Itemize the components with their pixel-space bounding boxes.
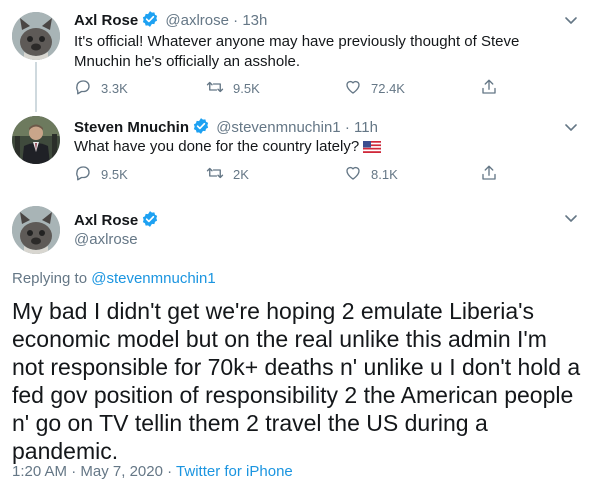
tweet-text-content: What have you done for the country latel…: [74, 138, 360, 155]
reply-icon: [74, 78, 92, 99]
tweet-actions: 9.5K 2K 8.1K: [74, 164, 514, 184]
author-handle[interactable]: @axlrose: [74, 231, 138, 248]
like-icon: [344, 164, 362, 185]
retweet-button[interactable]: 2K: [206, 164, 249, 185]
like-button[interactable]: 72.4K: [344, 78, 405, 99]
separator-dot: ·: [167, 463, 173, 480]
retweet-count: 9.5K: [233, 81, 260, 96]
replying-to-link[interactable]: @stevenmnuchin1: [91, 270, 215, 287]
author-name[interactable]: Axl Rose: [74, 12, 138, 29]
verified-badge-icon: [141, 10, 159, 32]
avatar-axlrose[interactable]: [12, 12, 60, 60]
verified-badge-icon: [192, 117, 210, 139]
share-button[interactable]: [480, 78, 498, 99]
tweet-source[interactable]: Twitter for iPhone: [176, 463, 293, 480]
author-name[interactable]: Steven Mnuchin: [74, 119, 189, 136]
separator-dot: ·: [344, 119, 350, 136]
share-icon: [480, 78, 498, 99]
main-tweet-handle: @axlrose: [74, 231, 138, 248]
replying-to-label: Replying to: [12, 270, 88, 287]
reply-count: 3.3K: [101, 81, 128, 96]
reply-button[interactable]: 3.3K: [74, 78, 128, 99]
chevron-down-icon[interactable]: [563, 119, 579, 135]
tweet-axlrose[interactable]: Axl Rose @axlrose · 13h It's official! W…: [0, 0, 593, 112]
tweet-timestamp[interactable]: 1:20 AM: [12, 463, 67, 480]
tweet-header: Steven Mnuchin @stevenmnuchin1 · 11h: [74, 117, 378, 139]
tweet-header: Axl Rose @axlrose · 13h: [74, 10, 267, 32]
tweet-text: What have you done for the country latel…: [74, 137, 574, 159]
like-button[interactable]: 8.1K: [344, 164, 398, 185]
verified-badge-icon: [141, 210, 159, 232]
like-count: 8.1K: [371, 167, 398, 182]
tweet-time[interactable]: 11h: [354, 119, 378, 136]
avatar-stevenmnuchin[interactable]: [12, 116, 60, 164]
reply-icon: [74, 164, 92, 185]
author-handle[interactable]: @axlrose: [165, 12, 229, 29]
retweet-button[interactable]: 9.5K: [206, 78, 260, 99]
tweet-meta: 1:20 AM · May 7, 2020 · Twitter for iPho…: [12, 463, 293, 480]
tweet-time[interactable]: 13h: [242, 12, 267, 29]
tweet-actions: 3.3K 9.5K 72.4K: [74, 78, 514, 98]
like-icon: [344, 78, 362, 99]
retweet-icon: [206, 164, 224, 185]
tweet-date[interactable]: May 7, 2020: [80, 463, 163, 480]
retweet-icon: [206, 78, 224, 99]
retweet-count: 2K: [233, 167, 249, 182]
author-handle[interactable]: @stevenmnuchin1: [216, 119, 340, 136]
reply-count: 9.5K: [101, 167, 128, 182]
reply-button[interactable]: 9.5K: [74, 164, 128, 185]
share-button[interactable]: [480, 164, 498, 185]
tweet-text: It's official! Whatever anyone may have …: [74, 33, 520, 70]
us-flag-icon: [362, 139, 382, 159]
author-name[interactable]: Axl Rose: [74, 212, 138, 229]
chevron-down-icon[interactable]: [563, 12, 579, 28]
separator-dot: ·: [233, 12, 239, 29]
thread-line: [35, 62, 37, 112]
share-icon: [480, 164, 498, 185]
like-count: 72.4K: [371, 81, 405, 96]
avatar-axlrose[interactable]: [12, 206, 60, 254]
separator-dot: ·: [71, 463, 77, 480]
tweet-stevenmnuchin[interactable]: Steven Mnuchin @stevenmnuchin1 · 11h Wha…: [0, 112, 593, 196]
replying-to: Replying to @stevenmnuchin1: [12, 270, 216, 287]
chevron-down-icon[interactable]: [563, 210, 579, 226]
main-tweet-text: My bad I didn't get we're hoping 2 emula…: [12, 298, 581, 464]
main-tweet-name: Axl Rose: [74, 210, 161, 232]
